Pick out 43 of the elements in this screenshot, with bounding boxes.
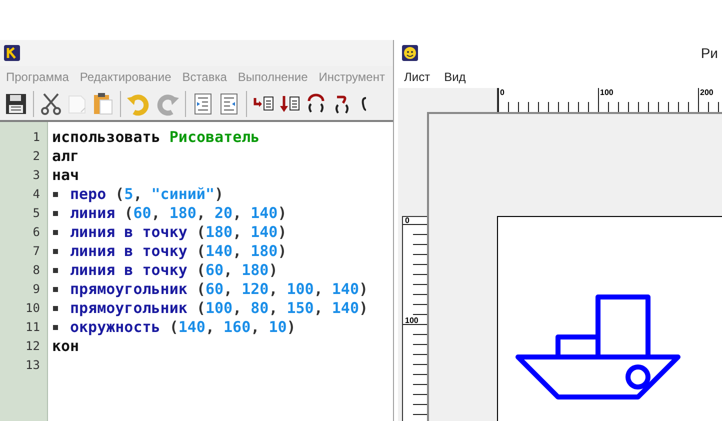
save-icon[interactable] [4,92,28,116]
code-line: прямоугольник (60, 120, 100, 140) [70,280,368,299]
code-line: алг [52,147,80,166]
line-number: 12 [26,338,40,355]
ruler-label: 100 [600,89,614,97]
code-line: использовать Рисователь [52,128,260,147]
ruler-label: 100 [405,317,418,325]
line-number: 7 [32,243,40,260]
code-line: линия в точку (60, 180) [70,261,278,280]
line-number: 4 [32,186,40,203]
line-number: 6 [32,224,40,241]
line-number: 11 [26,319,40,336]
paste-icon[interactable] [91,92,115,116]
ruler-label: 0 [405,217,410,225]
menu-item[interactable]: Вставка [182,68,227,86]
smiley-icon [402,45,418,61]
code-line: линия (60, 180, 20, 140) [70,204,287,223]
line-number: 2 [32,148,40,165]
menu-item[interactable]: Инструмент [318,68,385,86]
code-line: линия в точку (140, 180) [70,242,287,261]
app-logo-icon [4,45,20,61]
ruler-label: 0 [500,89,504,97]
line-number: 5 [32,205,40,222]
menu-item[interactable]: Выполнение [238,68,308,86]
line-number: 10 [26,300,40,317]
line-number: 1 [32,129,40,146]
line-number: 8 [32,262,40,279]
menu-item[interactable]: Редактирование [80,68,172,86]
line-number: 9 [32,281,40,298]
code-line: линия в точку (180, 140) [70,223,287,242]
code-line: прямоугольник (100, 80, 150, 140) [70,299,368,318]
code-line: окружность (140, 160, 10) [70,318,296,337]
line-number: 13 [26,357,40,374]
menu-item[interactable]: Вид [444,68,466,86]
menu-item[interactable]: Программа [6,68,69,86]
cut-icon[interactable] [39,92,63,116]
code-line: нач [52,166,80,185]
menu-item[interactable]: Лист [404,68,430,86]
window-title: Ри [700,44,718,62]
ruler-label: 200 [700,89,714,97]
line-number: 3 [32,167,40,184]
code-line: перо (5, "синий") [70,185,224,204]
code-line: кон [52,337,80,356]
